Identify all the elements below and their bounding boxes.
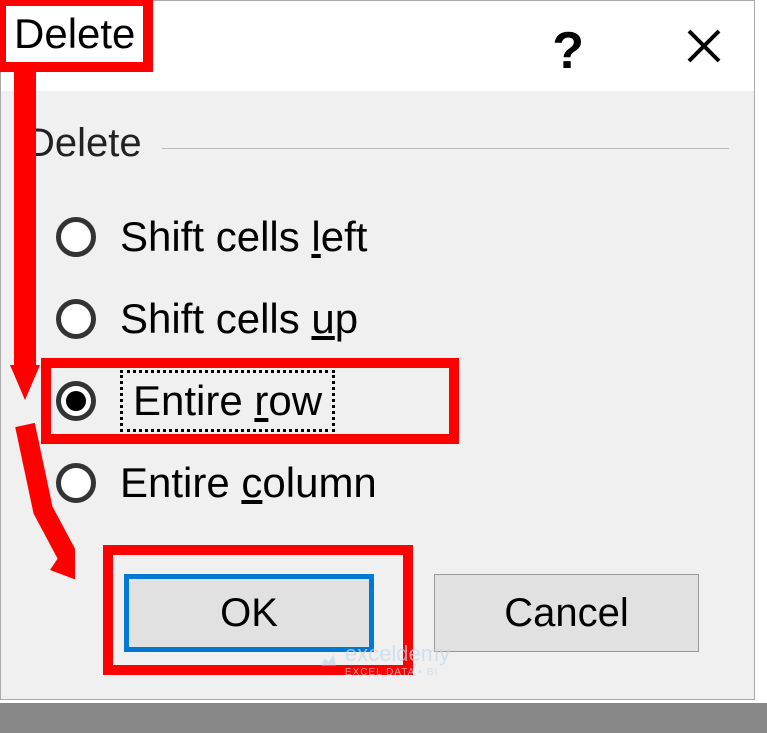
watermark-icon [317, 649, 339, 671]
title-highlight: Delete [0, 0, 153, 72]
radio-label-shift-up[interactable]: Shift cells up [120, 295, 358, 343]
radio-row-entire-row[interactable]: Entire row [56, 360, 729, 442]
cancel-button[interactable]: Cancel [434, 574, 699, 652]
help-icon[interactable]: ? [552, 21, 584, 81]
radio-shift-up[interactable] [56, 299, 96, 339]
radio-group: Shift cells left Shift cells up Entire r… [26, 196, 729, 524]
radio-label-entire-column[interactable]: Entire column [120, 459, 377, 507]
group-divider [162, 148, 729, 149]
titlebar: Delete ? [1, 1, 754, 91]
radio-shift-left[interactable] [56, 217, 96, 257]
delete-dialog: Delete ? Delete Shift cells left [0, 0, 755, 700]
watermark-sub: EXCEL DATA • BI [345, 667, 450, 678]
group-label-row: Delete [26, 121, 729, 166]
dialog-title: Delete [14, 10, 135, 57]
watermark-text: exceldemy [345, 641, 450, 667]
gray-strip [0, 703, 767, 733]
group-label: Delete [26, 121, 142, 166]
radio-label-shift-left[interactable]: Shift cells left [120, 213, 367, 261]
radio-row-entire-column[interactable]: Entire column [56, 442, 729, 524]
radio-entire-row[interactable] [56, 381, 96, 421]
dialog-body: Delete Shift cells left Shift cells up E… [1, 91, 754, 692]
radio-entire-column[interactable] [56, 463, 96, 503]
radio-label-entire-row[interactable]: Entire row [120, 370, 335, 432]
watermark: exceldemy EXCEL DATA • BI [317, 641, 450, 678]
radio-row-shift-up[interactable]: Shift cells up [56, 278, 729, 360]
window-controls: ? [552, 21, 724, 81]
close-icon[interactable] [684, 26, 724, 76]
radio-row-shift-left[interactable]: Shift cells left [56, 196, 729, 278]
